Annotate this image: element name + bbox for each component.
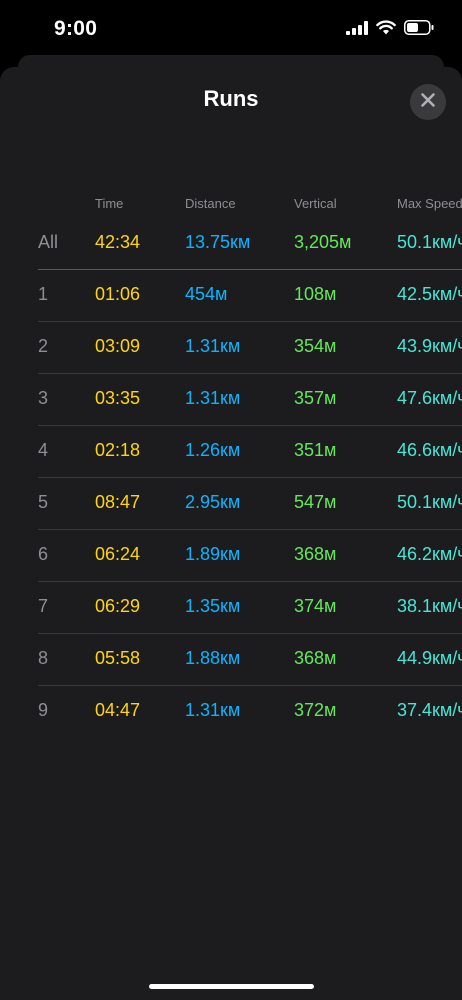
total-vertical: 3,205м [294,232,352,252]
run-max-speed: 42.5км/ч [397,284,462,304]
run-index: 3 [38,388,49,408]
run-time: 02:18 [95,440,141,460]
run-index: 4 [38,440,49,460]
run-time: 06:24 [95,544,141,564]
header-vertical: Vertical [294,196,337,211]
header-distance: Distance [185,196,236,211]
run-distance: 1.31км [185,336,241,356]
run-vertical: 108м [294,284,337,304]
cellular-signal-icon [346,20,368,40]
run-time: 06:29 [95,596,141,616]
header-max-speed: Max Speed [397,196,462,211]
table-row[interactable]: 3 03:35 1.31км 357м 47.6км/ч [38,374,462,426]
wifi-icon [376,20,396,40]
run-time: 04:47 [95,700,141,720]
battery-icon [404,20,434,40]
table-row[interactable]: 4 02:18 1.26км 351м 46.6км/ч [38,426,462,478]
run-vertical: 368м [294,544,337,564]
run-max-speed: 44.9км/ч [397,648,462,668]
runs-table: Time Distance Vertical Max Speed All 42:… [38,185,462,738]
total-label: All [38,232,59,252]
run-vertical: 351м [294,440,337,460]
run-max-speed: 37.4км/ч [397,700,462,720]
run-max-speed: 43.9км/ч [397,336,462,356]
run-time: 03:09 [95,336,141,356]
run-vertical: 357м [294,388,337,408]
run-max-speed: 47.6км/ч [397,388,462,408]
run-index: 5 [38,492,49,512]
run-distance: 1.26км [185,440,241,460]
runs-sheet: Runs Time Distance Vertical Max Speed Al… [0,67,462,1000]
run-distance: 1.35км [185,596,241,616]
run-max-speed: 46.2км/ч [397,544,462,564]
screen: 9:00 Runs Time Distance Vertical Max Spe… [0,0,462,1000]
run-index: 7 [38,596,49,616]
header-time: Time [95,196,124,211]
run-vertical: 547м [294,492,337,512]
run-vertical: 374м [294,596,337,616]
status-bar: 9:00 [0,0,462,58]
table-row[interactable]: 7 06:29 1.35км 374м 38.1км/ч [38,582,462,634]
run-time: 08:47 [95,492,141,512]
run-max-speed: 46.6км/ч [397,440,462,460]
run-distance: 1.88км [185,648,241,668]
run-distance: 1.89км [185,544,241,564]
home-indicator[interactable] [149,984,314,989]
run-vertical: 354м [294,336,337,356]
status-time: 9:00 [54,17,98,40]
run-max-speed: 50.1км/ч [397,492,462,512]
total-distance: 13.75км [185,232,251,252]
run-distance: 1.31км [185,700,241,720]
total-time: 42:34 [95,232,141,252]
run-time: 03:35 [95,388,141,408]
run-distance: 1.31км [185,388,241,408]
status-icons [346,20,434,40]
table-row[interactable]: 8 05:58 1.88км 368м 44.9км/ч [38,634,462,686]
close-button[interactable] [410,84,446,120]
close-icon [420,92,436,113]
sheet-title: Runs [203,86,259,111]
table-row[interactable]: 9 04:47 1.31км 372м 37.4км/ч [38,686,462,738]
run-index: 8 [38,648,49,668]
run-time: 05:58 [95,648,141,668]
run-index: 1 [38,284,49,304]
run-index: 9 [38,700,49,720]
run-distance: 2.95км [185,492,241,512]
table-row[interactable]: 1 01:06 454м 108м 42.5км/ч [38,270,462,322]
table-row[interactable]: 2 03:09 1.31км 354м 43.9км/ч [38,322,462,374]
run-max-speed: 38.1км/ч [397,596,462,616]
run-vertical: 372м [294,700,337,720]
run-vertical: 368м [294,648,337,668]
run-distance: 454м [185,284,228,304]
table-header: Time Distance Vertical Max Speed [38,185,462,225]
table-row[interactable]: 6 06:24 1.89км 368м 46.2км/ч [38,530,462,582]
table-row[interactable]: 5 08:47 2.95км 547м 50.1км/ч [38,478,462,530]
total-row: All 42:34 13.75км 3,205м 50.1км/ч [38,225,462,270]
run-time: 01:06 [95,284,141,304]
run-index: 6 [38,544,49,564]
total-max-speed: 50.1км/ч [397,232,462,252]
run-index: 2 [38,336,49,356]
